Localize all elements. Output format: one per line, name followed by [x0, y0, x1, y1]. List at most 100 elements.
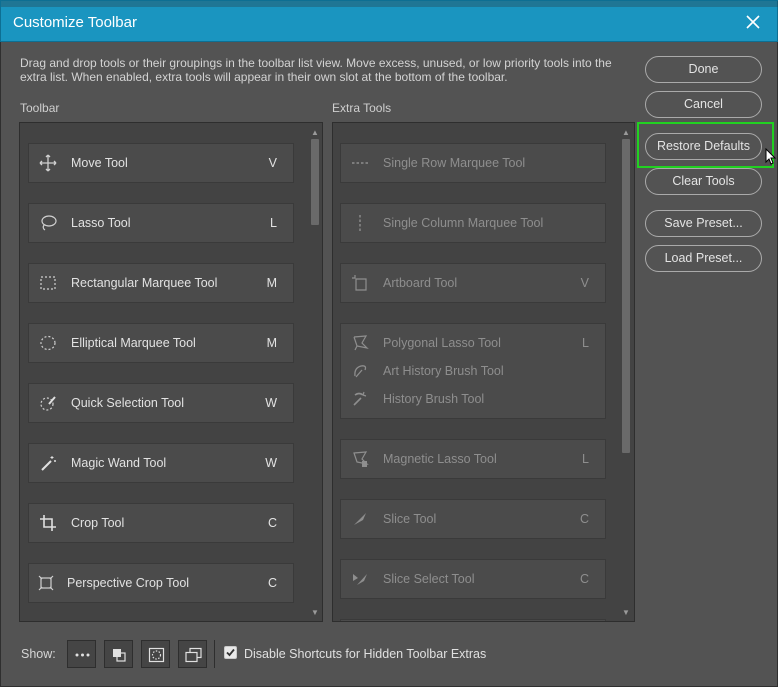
tool-name: Magnetic Lasso Tool: [383, 452, 497, 466]
tool-group[interactable]: Polygonal Lasso Tool L Art History Brush…: [340, 323, 606, 419]
tool-row[interactable]: History Brush Tool: [341, 385, 605, 413]
tool-shortcut: L: [582, 452, 589, 466]
tool-shortcut: C: [579, 572, 589, 586]
slice-icon: [351, 510, 369, 528]
tool-name: Art History Brush Tool: [383, 364, 504, 378]
tool-row[interactable]: Elliptical Marquee Tool M: [29, 329, 293, 357]
rectangular-marquee-icon: [39, 274, 57, 292]
ruler-strip: [1, 1, 778, 7]
tool-shortcut: W: [265, 396, 277, 410]
scroll-thumb[interactable]: [311, 139, 319, 225]
scroll-down-icon[interactable]: ▼: [309, 609, 321, 617]
perspective-crop-icon: [37, 574, 55, 592]
tool-group[interactable]: Slice Tool C: [340, 499, 606, 539]
tool-group[interactable]: Lasso Tool L: [28, 203, 294, 243]
tool-name: Artboard Tool: [383, 276, 458, 290]
done-button[interactable]: Done: [645, 56, 762, 83]
tool-name: Lasso Tool: [71, 216, 131, 230]
scroll-up-icon[interactable]: ▲: [620, 129, 632, 137]
tool-row[interactable]: Move Tool V: [29, 149, 293, 177]
toolbar-list[interactable]: Move Tool V Lasso Tool L Rectangular Mar…: [19, 122, 323, 622]
tool-name: Perspective Crop Tool: [67, 576, 190, 590]
tool-shortcut: M: [266, 336, 277, 350]
tool-name: History Brush Tool: [383, 392, 485, 406]
tool-group[interactable]: Rectangular Marquee Tool M: [28, 263, 294, 303]
show-extra-tools-button[interactable]: [67, 640, 96, 668]
magic-wand-icon: [39, 454, 57, 472]
restore-defaults-button[interactable]: Restore Defaults: [645, 133, 762, 160]
extra-tools-scrollbar[interactable]: ▲ ▼: [619, 123, 633, 621]
tool-name: Rectangular Marquee Tool: [71, 276, 218, 290]
polygonal-lasso-icon: [351, 334, 369, 352]
tool-group[interactable]: Slice Select Tool C: [340, 559, 606, 599]
tool-group[interactable]: Crop Tool C: [28, 503, 294, 543]
tool-shortcut: L: [270, 216, 277, 230]
tool-row[interactable]: Rectangular Marquee Tool M: [29, 269, 293, 297]
scroll-up-icon[interactable]: ▲: [309, 129, 321, 137]
tool-row[interactable]: Magnetic Lasso Tool L: [341, 445, 605, 473]
title-bar: Customize Toolbar: [0, 0, 778, 42]
tool-shortcut: W: [265, 456, 277, 470]
show-screen-mode-button[interactable]: [178, 640, 207, 668]
tool-group[interactable]: Quick Selection Tool W: [28, 383, 294, 423]
toolbar-scrollbar[interactable]: ▲ ▼: [308, 123, 322, 621]
slice-select-icon: [351, 570, 369, 588]
tool-name: Elliptical Marquee Tool: [71, 336, 196, 350]
foreground-background-icon: [113, 649, 126, 662]
screen-mode-icon: [185, 647, 202, 663]
toolbar-column-label: Toolbar: [20, 101, 60, 115]
history-brush-icon: [351, 390, 369, 408]
instructions-text: Drag and drop tools or their groupings i…: [20, 56, 612, 84]
tool-group[interactable]: Magnetic Lasso Tool L: [340, 439, 606, 479]
tool-shortcut: V: [268, 156, 277, 170]
tool-row[interactable]: Single Column Marquee Tool: [341, 209, 605, 237]
tool-row[interactable]: Slice Tool C: [341, 505, 605, 533]
checkmark-icon: [226, 648, 235, 657]
tool-row[interactable]: Quick Selection Tool W: [29, 389, 293, 417]
tool-row[interactable]: Lasso Tool L: [29, 209, 293, 237]
tool-shortcut: M: [266, 276, 277, 290]
load-preset-button[interactable]: Load Preset...: [645, 245, 762, 272]
scroll-down-icon[interactable]: ▼: [620, 609, 632, 617]
tool-shortcut: L: [582, 336, 589, 350]
tool-group[interactable]: Magic Wand Tool W: [28, 443, 294, 483]
extra-tools-list[interactable]: Single Row Marquee Tool Single Column Ma…: [332, 122, 635, 622]
tool-row[interactable]: Magic Wand Tool W: [29, 449, 293, 477]
tool-group[interactable]: Single Column Marquee Tool: [340, 203, 606, 243]
tool-row[interactable]: Crop Tool C: [29, 509, 293, 537]
tool-row[interactable]: Single Row Marquee Tool: [341, 149, 605, 177]
tool-group[interactable]: Elliptical Marquee Tool M: [28, 323, 294, 363]
tool-row[interactable]: Perspective Crop Tool C: [29, 569, 293, 597]
crop-icon: [39, 514, 57, 532]
tool-row[interactable]: Artboard Tool V: [341, 269, 605, 297]
tool-group[interactable]: [340, 619, 606, 621]
show-foreground-background-button[interactable]: [104, 640, 133, 668]
tool-group[interactable]: Artboard Tool V: [340, 263, 606, 303]
tool-name: Quick Selection Tool: [71, 396, 185, 410]
tool-name: Single Column Marquee Tool: [383, 216, 544, 230]
quick-selection-icon: [39, 394, 57, 412]
show-quick-mask-button[interactable]: [141, 640, 170, 668]
cancel-button[interactable]: Cancel: [645, 91, 762, 118]
art-history-brush-icon: [351, 362, 369, 380]
tool-group[interactable]: Single Row Marquee Tool: [340, 143, 606, 183]
magnetic-lasso-icon: [351, 450, 369, 468]
tool-group[interactable]: Move Tool V: [28, 143, 294, 183]
save-preset-button[interactable]: Save Preset...: [645, 210, 762, 237]
tool-row[interactable]: Art History Brush Tool: [341, 357, 605, 385]
customize-toolbar-dialog: Drag and drop tools or their groupings i…: [0, 42, 778, 687]
single-column-marquee-icon: [351, 214, 369, 232]
tool-shortcut: C: [579, 512, 589, 526]
close-icon[interactable]: [743, 12, 763, 32]
single-row-marquee-icon: [351, 154, 369, 172]
tool-group[interactable]: Perspective Crop Tool C: [28, 563, 294, 603]
tool-name: Slice Select Tool: [383, 572, 475, 586]
tool-row[interactable]: Slice Select Tool C: [341, 565, 605, 593]
clear-tools-button[interactable]: Clear Tools: [645, 168, 762, 195]
scroll-thumb[interactable]: [622, 139, 630, 453]
tool-row[interactable]: Polygonal Lasso Tool L: [341, 329, 605, 357]
disable-shortcuts-checkbox[interactable]: [224, 646, 237, 659]
footer-divider: [214, 640, 215, 668]
elliptical-marquee-icon: [39, 334, 57, 352]
tool-name: Magic Wand Tool: [71, 456, 167, 470]
